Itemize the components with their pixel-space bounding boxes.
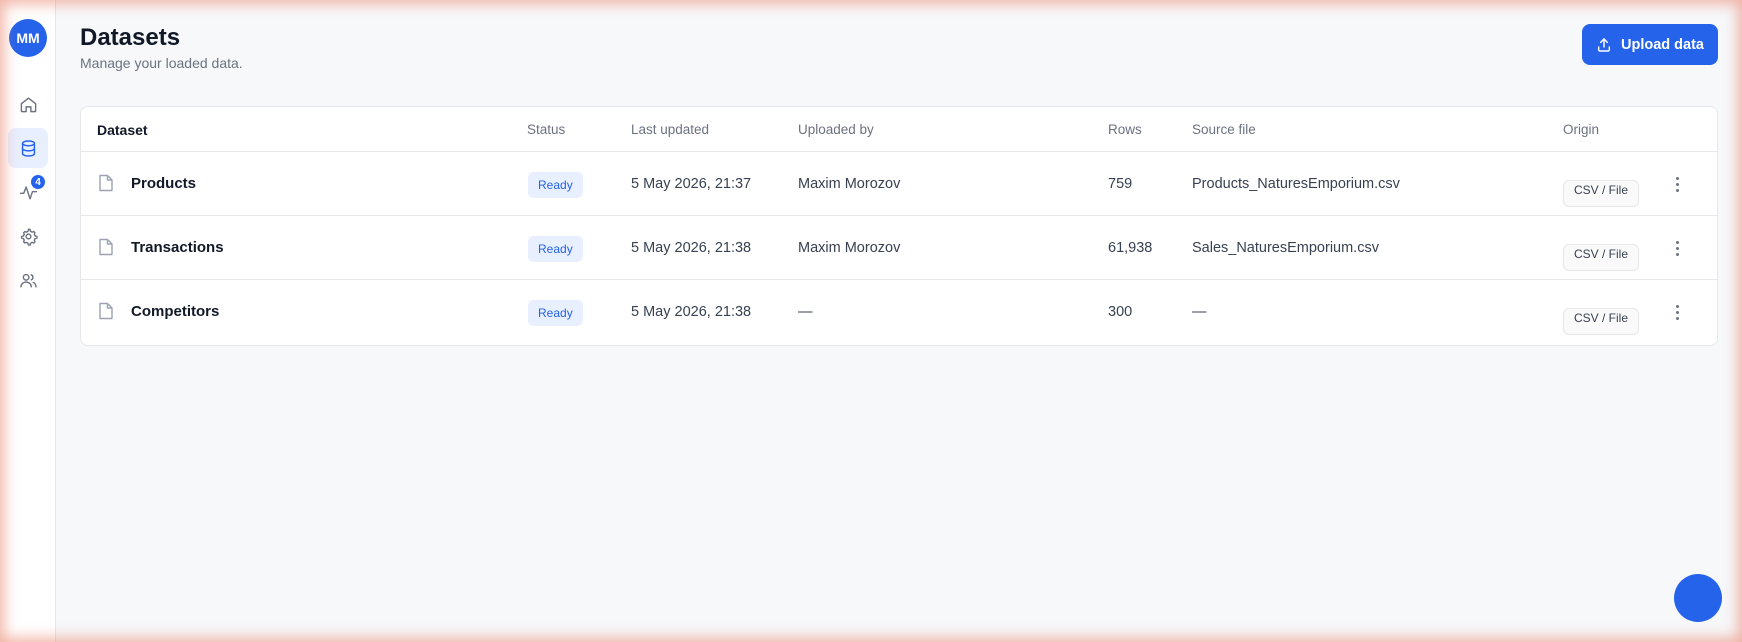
last-updated: 5 May 2026, 21:37 bbox=[631, 176, 752, 192]
file-icon bbox=[99, 302, 113, 320]
upload-data-label: Upload data bbox=[1621, 36, 1704, 53]
table-row[interactable]: Transactions Ready 5 May 2026, 21:38 Max… bbox=[81, 216, 1717, 280]
column-header-source-file: Source file bbox=[1192, 122, 1256, 137]
column-header-origin: Origin bbox=[1563, 122, 1600, 137]
home-icon bbox=[20, 96, 36, 112]
upload-icon bbox=[1597, 37, 1611, 52]
origin-badge: CSV / File bbox=[1563, 244, 1639, 271]
row-menu-button[interactable] bbox=[1667, 238, 1687, 258]
uploaded-by: — bbox=[798, 304, 813, 320]
origin-badge: CSV / File bbox=[1563, 180, 1639, 207]
column-header-rows: Rows bbox=[1108, 122, 1142, 137]
nav-item-activity[interactable]: 4 bbox=[8, 172, 48, 212]
uploaded-by: Maxim Morozov bbox=[798, 240, 901, 256]
source-file: — bbox=[1192, 304, 1207, 320]
row-menu-button[interactable] bbox=[1667, 302, 1687, 322]
table-row[interactable]: Products Ready 5 May 2026, 21:37 Maxim M… bbox=[81, 152, 1717, 216]
avatar[interactable]: MM bbox=[9, 19, 47, 57]
column-header-uploaded-by: Uploaded by bbox=[798, 122, 874, 137]
nav-item-datasets[interactable] bbox=[8, 128, 48, 168]
file-icon bbox=[99, 238, 113, 256]
last-updated: 5 May 2026, 21:38 bbox=[631, 240, 752, 256]
users-icon bbox=[19, 273, 37, 288]
help-chat-button[interactable] bbox=[1674, 574, 1722, 622]
column-header-last-updated: Last updated bbox=[631, 122, 710, 137]
dataset-name[interactable]: Competitors bbox=[131, 303, 219, 320]
last-updated: 5 May 2026, 21:38 bbox=[631, 304, 752, 320]
table-row[interactable]: Competitors Ready 5 May 2026, 21:38 — 30… bbox=[81, 280, 1717, 344]
datasets-table: Dataset Status Last updated Uploaded by … bbox=[80, 106, 1718, 346]
sidebar: MM 4 bbox=[0, 0, 56, 642]
status-badge: Ready bbox=[528, 300, 583, 326]
table-header: Dataset Status Last updated Uploaded by … bbox=[81, 107, 1717, 152]
more-vertical-icon bbox=[1675, 304, 1679, 308]
status-badge: Ready bbox=[528, 172, 583, 198]
dataset-name[interactable]: Transactions bbox=[131, 239, 224, 256]
column-header-dataset: Dataset bbox=[97, 122, 148, 138]
status-badge: Ready bbox=[528, 236, 583, 262]
nav-item-settings[interactable] bbox=[8, 216, 48, 256]
row-menu-button[interactable] bbox=[1667, 174, 1687, 194]
nav-item-users[interactable] bbox=[8, 260, 48, 300]
row-count: 300 bbox=[1108, 304, 1133, 320]
activity-badge: 4 bbox=[30, 174, 46, 190]
origin-badge: CSV / File bbox=[1563, 308, 1639, 335]
column-header-status: Status bbox=[527, 122, 566, 137]
source-file: Products_NaturesEmporium.csv bbox=[1192, 176, 1400, 192]
source-file: Sales_NaturesEmporium.csv bbox=[1192, 240, 1379, 256]
dataset-name[interactable]: Products bbox=[131, 175, 196, 192]
file-icon bbox=[99, 174, 113, 192]
more-vertical-icon bbox=[1675, 176, 1679, 180]
page-title: Datasets bbox=[80, 24, 181, 51]
uploaded-by: Maxim Morozov bbox=[798, 176, 901, 192]
row-count: 759 bbox=[1108, 176, 1133, 192]
more-vertical-icon bbox=[1675, 240, 1679, 244]
upload-data-button[interactable]: Upload data bbox=[1582, 24, 1718, 65]
row-count: 61,938 bbox=[1108, 240, 1153, 256]
gear-icon bbox=[20, 227, 38, 246]
nav-item-home[interactable] bbox=[8, 84, 48, 124]
page-subtitle: Manage your loaded data. bbox=[80, 55, 243, 71]
database-icon bbox=[21, 139, 35, 157]
